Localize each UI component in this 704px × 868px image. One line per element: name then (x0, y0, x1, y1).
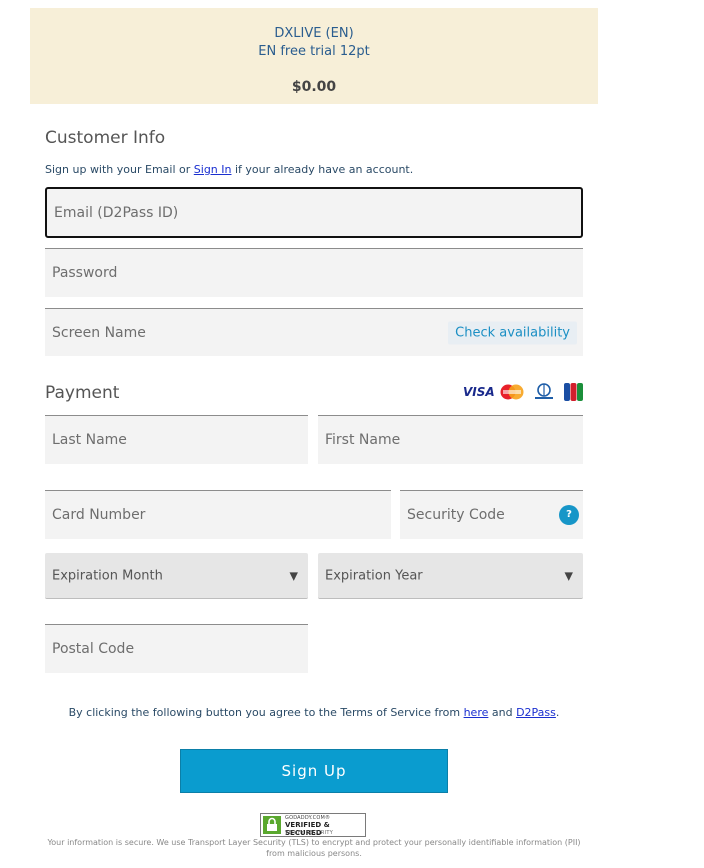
card-number-placeholder: Card Number (52, 507, 146, 523)
signin-suffix: if your already have an account. (231, 163, 414, 176)
signin-link[interactable]: Sign In (194, 163, 232, 176)
expiration-year-label: Expiration Year (325, 568, 423, 583)
last-name-placeholder: Last Name (52, 432, 127, 448)
password-placeholder: Password (52, 265, 118, 281)
signin-prefix: Sign up with your Email or (45, 163, 194, 176)
security-code-placeholder: Security Code (407, 507, 505, 523)
postal-code-placeholder: Postal Code (52, 641, 135, 657)
signin-prompt: Sign up with your Email or Sign In if yo… (45, 163, 413, 176)
help-icon[interactable]: ? (559, 505, 579, 525)
jcb-logo-icon (564, 383, 583, 401)
chevron-down-icon: ▼ (564, 569, 573, 582)
product-name: DXLIVE (EN) (274, 26, 354, 41)
terms-text: By clicking the following button you agr… (0, 706, 628, 719)
password-field[interactable]: Password (45, 248, 583, 297)
screen-name-placeholder: Screen Name (52, 324, 146, 341)
sign-up-button[interactable]: Sign Up (180, 749, 448, 793)
plan-name: EN free trial 12pt (258, 44, 370, 59)
payment-heading: Payment (45, 383, 120, 403)
security-seal[interactable]: GODADDY.COM® VERIFIED & SECURED VERIFY S… (260, 813, 366, 837)
screen-name-field[interactable]: Screen Name Check availability (45, 308, 583, 356)
first-name-field[interactable]: First Name (318, 415, 583, 464)
customer-info-heading: Customer Info (45, 128, 166, 148)
email-field[interactable]: Email (D2Pass ID) (45, 187, 583, 238)
diners-club-logo-icon (535, 383, 553, 399)
check-availability-button[interactable]: Check availability (448, 321, 577, 344)
postal-code-field[interactable]: Postal Code (45, 624, 308, 673)
expiration-year-select[interactable]: Expiration Year ▼ (318, 553, 583, 599)
order-summary-banner: DXLIVE (EN) EN free trial 12pt $0.00 (30, 8, 598, 104)
terms-middle: and (488, 706, 517, 719)
accepted-cards: VISA (463, 383, 585, 403)
mastercard-logo-icon (500, 384, 524, 400)
terms-suffix: . (555, 706, 560, 719)
seal-sub: VERIFY SECURITY (285, 830, 334, 836)
expiration-month-label: Expiration Month (52, 568, 163, 583)
chevron-down-icon: ▼ (289, 569, 298, 582)
visa-logo-icon: VISA (463, 385, 495, 399)
email-placeholder: Email (D2Pass ID) (54, 204, 179, 221)
terms-here-link[interactable]: here (464, 706, 489, 719)
first-name-placeholder: First Name (325, 432, 401, 448)
last-name-field[interactable]: Last Name (45, 415, 308, 464)
terms-d2pass-link[interactable]: D2Pass (516, 706, 556, 719)
price: $0.00 (291, 79, 337, 95)
expiration-month-select[interactable]: Expiration Month ▼ (45, 553, 308, 599)
security-code-field[interactable]: Security Code ? (400, 490, 583, 539)
lock-icon (263, 816, 281, 834)
terms-prefix: By clicking the following button you agr… (68, 706, 464, 719)
security-note: Your information is secure. We use Trans… (47, 838, 581, 858)
card-number-field[interactable]: Card Number (45, 490, 391, 539)
